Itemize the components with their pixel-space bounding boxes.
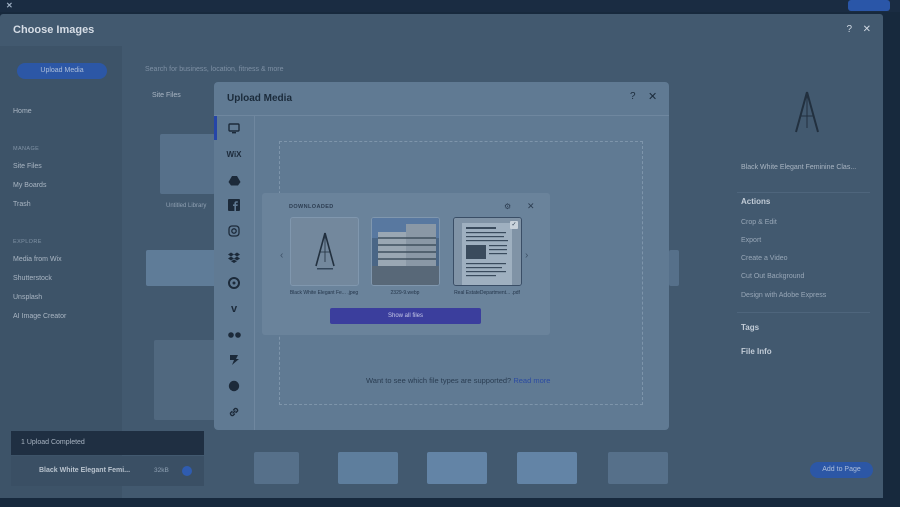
sidebar-item-unsplash[interactable]: Unsplash [13, 294, 42, 301]
actions-heading: Actions [741, 197, 771, 206]
action-cut-out-background[interactable]: Cut Out Background [741, 273, 804, 280]
dialog-title: Choose Images [13, 24, 95, 36]
file-info-section[interactable]: File Info [741, 347, 772, 356]
action-create-video[interactable]: Create a Video [741, 255, 788, 262]
my-computer-icon[interactable] [227, 121, 241, 135]
wix-icon[interactable]: WiX [225, 147, 243, 161]
prev-arrow-icon[interactable]: ‹ [280, 250, 283, 261]
thumb-caption: Black White Elegant Fe... .jpeg [289, 290, 359, 296]
publish-button[interactable] [848, 0, 890, 11]
thumb-caption: Real EstateDepartment... .pdf [454, 290, 520, 296]
modal-help-icon[interactable]: ? [630, 91, 636, 102]
media-tile[interactable] [146, 250, 216, 286]
upload-file-name: Black White Elegant Femi... [39, 467, 131, 474]
divider [737, 312, 870, 313]
help-icon[interactable]: ? [846, 24, 852, 35]
sidebar-item-site-files[interactable]: Site Files [13, 163, 42, 170]
thumb-caption: 2329-9.webp [390, 290, 420, 296]
sidebar-item-media-from-wix[interactable]: Media from Wix [13, 256, 62, 263]
action-crop-edit[interactable]: Crop & Edit [741, 219, 777, 226]
close-icon[interactable]: ✕ [863, 24, 871, 35]
sidebar-item-my-boards[interactable]: My Boards [13, 182, 46, 189]
downloaded-popover: DOWNLOADED ⚙ ✕ ‹ › Black White Elegant F… [262, 193, 550, 335]
action-adobe-express[interactable]: Design with Adobe Express [741, 292, 826, 299]
upload-toast-item: Black White Elegant Femi... 32kB [11, 456, 204, 486]
media-tile[interactable] [160, 134, 215, 194]
downloaded-file-thumb[interactable] [290, 217, 359, 286]
upload-status-icon [182, 466, 192, 476]
media-tile[interactable] [608, 452, 668, 484]
link-icon[interactable] [227, 405, 241, 419]
source-sidebar: WiX v [214, 116, 255, 430]
read-more-link[interactable]: Read more [513, 376, 550, 385]
media-tile[interactable] [517, 452, 577, 484]
dropbox-icon[interactable] [227, 250, 241, 264]
upload-toast: 1 Upload Completed [11, 431, 204, 455]
upload-media-button[interactable]: Upload Media [17, 63, 107, 79]
flickr-icon[interactable] [227, 328, 241, 342]
media-tile[interactable] [254, 452, 299, 484]
media-tile[interactable] [669, 250, 679, 286]
wix-logo: ✕ [6, 1, 13, 10]
modal-close-icon[interactable]: ✕ [648, 90, 657, 103]
media-tile[interactable] [338, 452, 398, 484]
explore-section-label: EXPLORE [13, 239, 42, 245]
upload-toast-title: 1 Upload Completed [21, 439, 85, 446]
web-icon[interactable] [227, 379, 241, 393]
media-tile[interactable] [427, 452, 487, 484]
tile-caption: Untitled Library [166, 203, 207, 209]
modal-title: Upload Media [227, 93, 293, 104]
file-preview [782, 84, 832, 144]
facebook-icon[interactable] [227, 198, 241, 212]
settings-icon[interactable]: ⚙ [504, 202, 511, 211]
manage-section-label: MANAGE [13, 146, 40, 152]
show-all-files-button[interactable]: Show all files [330, 308, 481, 324]
popover-close-icon[interactable]: ✕ [527, 201, 535, 212]
search-input[interactable]: Search for business, location, fitness &… [145, 66, 284, 73]
editor-topbar: ✕ [0, 0, 900, 12]
site-files-heading: Site Files [152, 92, 181, 99]
deviantart-icon[interactable] [227, 353, 241, 367]
action-export[interactable]: Export [741, 237, 761, 244]
google-drive-icon[interactable] [227, 173, 241, 187]
add-to-page-button[interactable]: Add to Page [810, 462, 873, 478]
selected-source-indicator [214, 116, 217, 140]
sidebar-item-shutterstock[interactable]: Shutterstock [13, 275, 52, 282]
popover-title: DOWNLOADED [289, 204, 334, 210]
next-arrow-icon[interactable]: › [525, 250, 528, 261]
file-name: Black White Elegant Feminine Clas... [741, 164, 857, 171]
selected-check-icon: ✓ [510, 221, 518, 229]
downloaded-file-thumb-selected[interactable]: ✓ [453, 217, 522, 286]
file-types-hint: Want to see which file types are support… [366, 376, 551, 385]
sidebar-item-ai-image-creator[interactable]: AI Image Creator [13, 313, 66, 320]
tags-section[interactable]: Tags [741, 323, 759, 332]
box-icon[interactable] [227, 276, 241, 290]
instagram-icon[interactable] [227, 224, 241, 238]
downloaded-file-thumb[interactable] [371, 217, 440, 286]
upload-file-size: 32kB [154, 467, 169, 474]
media-tile[interactable] [154, 340, 216, 420]
vimeo-icon[interactable]: v [227, 302, 241, 316]
modal-header: Upload Media ? ✕ [214, 82, 669, 116]
divider [737, 192, 870, 193]
sidebar-item-home[interactable]: Home [13, 108, 32, 115]
sidebar-item-trash[interactable]: Trash [13, 201, 31, 208]
